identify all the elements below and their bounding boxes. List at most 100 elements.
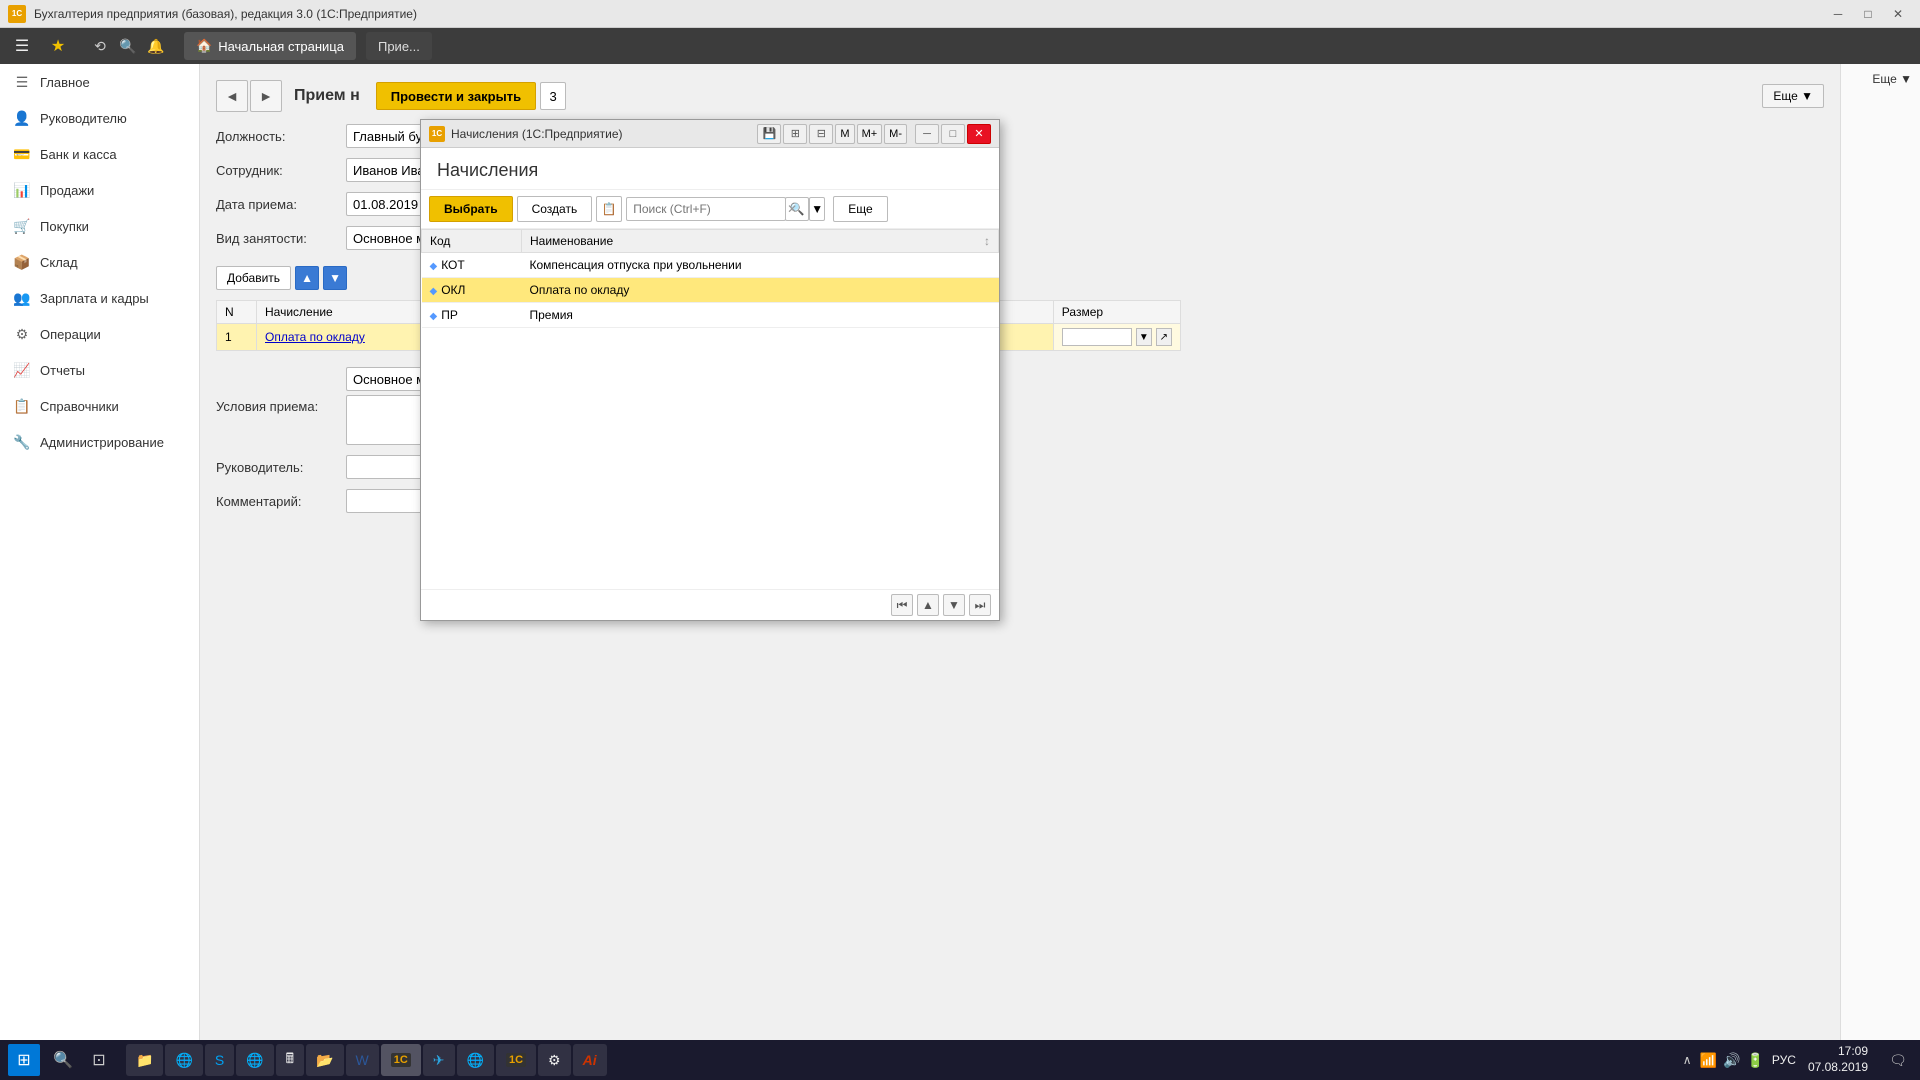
dialog-table-row[interactable]: ◆КОТ Компенсация отпуска при увольнении [422,253,999,278]
directories-icon: 📋 [12,396,32,416]
cell-code: ◆КОТ [422,253,522,278]
home-nav[interactable]: 🏠 Начальная страница [184,32,356,60]
sidebar-item-management[interactable]: 👤 Руководителю [0,100,199,136]
search-options-btn[interactable]: ▼ [809,197,825,221]
taskbar-app-telegram[interactable]: ✈ [423,1044,455,1076]
taskbar-app-ie2[interactable]: 🌐 [236,1044,273,1076]
more-options-btn[interactable]: Еще [833,196,887,222]
dialog-footer: ⏮ ▲ ▼ ⏭ [421,589,999,620]
dialog-title-text: Начисления (1С:Предприятие) [451,127,751,141]
taskbar-app-explorer[interactable]: 📂 [306,1044,343,1076]
battery-icon[interactable]: 🔋 [1746,1052,1763,1069]
dialog-table-row-selected[interactable]: ◆ОКЛ Оплата по окладу [422,278,999,303]
sidebar-item-bank[interactable]: 💳 Банк и касса [0,136,199,172]
taskbar-app-word[interactable]: W [346,1044,379,1076]
language-indicator[interactable]: РУС [1772,1053,1796,1067]
copy-icon-btn[interactable]: 📋 [596,196,622,222]
taskbar-app-files[interactable]: 📁 [126,1044,163,1076]
dialog-close-btn[interactable]: ✕ [967,124,991,144]
sidebar-item-reports[interactable]: 📈 Отчеты [0,352,199,388]
dialog-grid-icon[interactable]: ⊟ [809,124,833,144]
taskbar-apps: 📁 🌐 S 🌐 🖩 📂 W 1С ✈ 🌐 1С [126,1044,1679,1076]
taskbar-icons: 🔍 ⊡ [48,1045,114,1075]
nav-first-btn[interactable]: ⏮ [891,594,913,616]
nav-last-btn[interactable]: ⏭ [969,594,991,616]
dialog-header-row: Код Наименование ↕ [422,230,999,253]
taskbar-app-1c[interactable]: 1С [381,1044,421,1076]
dialog-mplus-btn[interactable]: M+ [857,124,883,144]
search-menu-icon[interactable]: 🔍 [116,34,140,58]
sidebar-item-directories[interactable]: 📋 Справочники [0,388,199,424]
tab-item[interactable]: Прие... [366,32,432,60]
nav-prev-btn[interactable]: ▲ [917,594,939,616]
hamburger-icon[interactable]: ☰ [8,32,36,60]
minimize-btn[interactable]: ─ [1824,3,1852,25]
taskbar-app-ie[interactable]: 🌐 [165,1044,202,1076]
create-button[interactable]: Создать [517,196,593,222]
close-btn[interactable]: ✕ [1884,3,1912,25]
right-more-btn[interactable]: Еще ▼ [1849,72,1912,86]
taskbar-app-settings[interactable]: ⚙ [538,1044,571,1076]
network-icon[interactable]: 📶 [1700,1052,1717,1069]
operations-icon: ⚙ [12,324,32,344]
search-input[interactable] [626,197,786,221]
dialog-controls: 💾 ⊞ ⊟ M M+ M- ─ □ ✕ [757,124,991,144]
taskbar-datetime[interactable]: 17:09 07.08.2019 [1808,1044,1868,1075]
taskbar-app-calc[interactable]: 🖩 [276,1044,304,1076]
sales-icon: 📊 [12,180,32,200]
taskbar-app-ai[interactable]: Ai [573,1044,607,1076]
taskbar-app-1c2[interactable]: 1С [496,1044,536,1076]
taskbar: ⊞ 🔍 ⊡ 📁 🌐 S 🌐 🖩 📂 W 1С ✈ [0,1040,1920,1080]
dialog-col-code: Код [422,230,522,253]
favorites-icon[interactable]: ★ [44,32,72,60]
sidebar-item-main[interactable]: ☰ Главное [0,64,199,100]
dialog-col-name: Наименование ↕ [522,230,999,253]
dialog-save-icon[interactable]: 💾 [757,124,781,144]
tray-expand-btn[interactable]: ∧ [1683,1053,1692,1067]
search-clear-btn[interactable]: ✕ [787,202,797,216]
sidebar-item-warehouse[interactable]: 📦 Склад [0,244,199,280]
history-icon[interactable]: ⟲ [88,34,112,58]
dialog-restore-btn[interactable]: □ [941,124,965,144]
main-content: ◄ ► Прием н Провести и закрыть 3 Еще ▼ Д… [200,64,1840,1040]
notification-icon[interactable]: 🔔 [144,34,168,58]
right-panel: Еще ▼ [1840,64,1920,1040]
sidebar-item-salary[interactable]: 👥 Зарплата и кадры [0,280,199,316]
dialog-table-row-pr[interactable]: ◆ПР Премия [422,303,999,328]
row-icon: ◆ [430,261,438,272]
main-layout: ☰ Главное 👤 Руководителю 💳 Банк и касса … [0,64,1920,1040]
app-window: 1С Бухгалтерия предприятия (базовая), ре… [0,0,1920,1040]
cell-name-pr: Премия [522,303,999,328]
dialog-app-icon: 1С [429,126,445,142]
taskbar-cortana-icon[interactable]: ⊡ [84,1045,114,1075]
taskbar-tray: ∧ 📶 🔊 🔋 РУС 17:09 07.08.2019 🗨 [1683,1044,1912,1075]
dialog-overlay: 1С Начисления (1С:Предприятие) 💾 ⊞ ⊟ M M… [200,64,1840,1040]
accruals-dialog: 1С Начисления (1С:Предприятие) 💾 ⊞ ⊟ M M… [420,119,1000,621]
taskbar-search-icon[interactable]: 🔍 [48,1045,78,1075]
taskbar-app-skype[interactable]: S [205,1044,234,1076]
dialog-mminus-btn[interactable]: M- [884,124,907,144]
sidebar-item-admin[interactable]: 🔧 Администрирование [0,424,199,460]
window-controls: ─ □ ✕ [1824,3,1912,25]
volume-icon[interactable]: 🔊 [1723,1052,1740,1069]
dialog-minimize-btn[interactable]: ─ [915,124,939,144]
sidebar-item-operations[interactable]: ⚙ Операции [0,316,199,352]
start-button[interactable]: ⊞ [8,1044,40,1076]
menu-icons: ⟲ 🔍 🔔 [88,34,168,58]
dialog-table-icon[interactable]: ⊞ [783,124,807,144]
app-icon: 1С [8,5,26,23]
select-button[interactable]: Выбрать [429,196,513,222]
cell-code-pr: ◆ПР [422,303,522,328]
dialog-heading: Начисления [421,148,999,190]
sidebar-item-sales[interactable]: 📊 Продажи [0,172,199,208]
app-menu: ☰ ★ ⟲ 🔍 🔔 🏠 Начальная страница Прие... [0,28,1920,64]
dialog-m-btn[interactable]: M [835,124,854,144]
purchases-icon: 🛒 [12,216,32,236]
restore-btn[interactable]: □ [1854,3,1882,25]
dialog-table-area: Код Наименование ↕ [421,229,999,589]
taskbar-app-chrome[interactable]: 🌐 [457,1044,494,1076]
sidebar-item-purchases[interactable]: 🛒 Покупки [0,208,199,244]
notification-btn[interactable]: 🗨 [1884,1046,1912,1074]
main-icon: ☰ [12,72,32,92]
nav-next-btn[interactable]: ▼ [943,594,965,616]
